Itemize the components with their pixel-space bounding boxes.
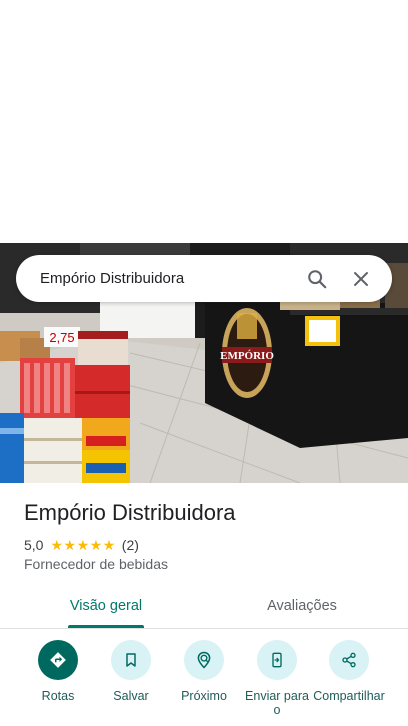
star-icon: ★ [50, 537, 64, 553]
directions-icon [50, 652, 66, 668]
share-button[interactable]: Compartilhar [311, 640, 387, 703]
star-icon: ★ [76, 537, 90, 553]
save-label: Salvar [113, 689, 149, 703]
svg-text:2,75: 2,75 [49, 330, 74, 345]
search-bar[interactable]: Empório Distribuidora [16, 255, 392, 302]
directions-button[interactable]: Rotas [20, 640, 96, 703]
tab-reviews-label: Avaliações [267, 598, 337, 614]
action-bar: Rotas Salvar Próximo Enviar para o Compa… [0, 640, 408, 726]
send-to-phone-icon [272, 652, 282, 668]
tab-reviews[interactable]: Avaliações [204, 584, 400, 628]
nearby-label: Próximo [181, 689, 227, 703]
star-icon: ★ [63, 537, 77, 553]
tab-bar: Visão geral Avaliações [0, 584, 408, 629]
rating-stars: ★ ★ ★ ★ ★ [50, 538, 115, 552]
tab-overview-label: Visão geral [69, 598, 143, 614]
search-icon[interactable] [304, 266, 330, 292]
send-to-phone-button[interactable]: Enviar para o [239, 640, 315, 717]
rating-summary[interactable]: 5,0 ★ ★ ★ ★ ★ (2) [24, 536, 139, 554]
search-input[interactable]: Empório Distribuidora [40, 270, 304, 287]
place-title: Empório Distribuidora [24, 500, 236, 525]
rating-value: 5,0 [24, 537, 44, 553]
share-label: Compartilhar [313, 689, 385, 703]
share-icon [342, 652, 356, 668]
place-category[interactable]: Fornecedor de bebidas [24, 556, 168, 572]
store-logo-text: EMPÓRIO [220, 350, 274, 362]
directions-label: Rotas [41, 689, 75, 703]
star-icon: ★ [102, 537, 116, 553]
active-tab-indicator [68, 625, 144, 628]
nearby-icon [197, 651, 211, 669]
star-icon: ★ [89, 537, 103, 553]
review-count[interactable]: (2) [122, 537, 139, 553]
close-icon[interactable] [348, 266, 374, 292]
send-to-phone-label: Enviar para o [245, 689, 309, 717]
bookmark-icon [126, 653, 136, 667]
nearby-button[interactable]: Próximo [166, 640, 242, 703]
tab-overview[interactable]: Visão geral [0, 584, 212, 628]
save-button[interactable]: Salvar [93, 640, 169, 703]
